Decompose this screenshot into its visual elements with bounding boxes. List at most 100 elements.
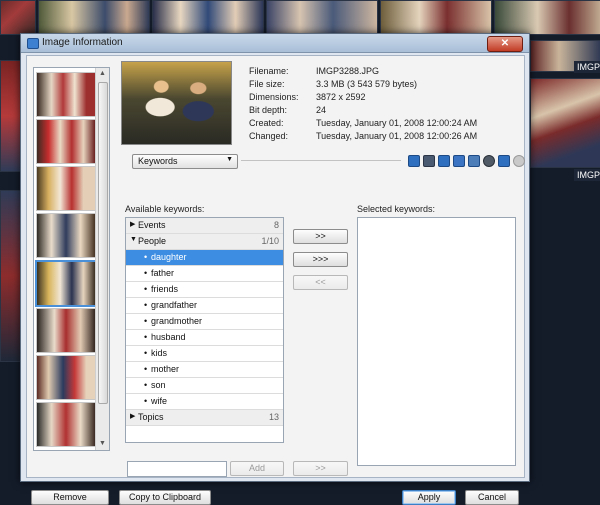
section-dropdown-value: Keywords: [138, 156, 178, 166]
keyword-icon[interactable]: [438, 155, 450, 167]
bullet-icon: •: [144, 364, 148, 374]
keyword-label: father: [151, 268, 175, 278]
thumbnail[interactable]: [36, 355, 96, 400]
chevron-down-icon: ▼: [226, 156, 233, 163]
background-photo: [266, 0, 378, 35]
thumbnail-scrollbar[interactable]: ▲ ▼: [95, 68, 109, 450]
scroll-up-icon[interactable]: ▲: [96, 68, 109, 80]
close-button[interactable]: ✕: [487, 36, 523, 52]
camera-icon[interactable]: [423, 155, 435, 167]
bullet-icon: •: [144, 252, 148, 262]
bullet-icon: •: [144, 348, 148, 358]
keyword-item-grandfather[interactable]: • grandfather: [126, 298, 283, 314]
info-icon[interactable]: [408, 155, 420, 167]
group-label: People: [138, 236, 167, 246]
dialog-body: ▲ ▼ Filename: IMGP3288.JPG File size: 3.…: [26, 55, 525, 505]
keyword-item-mother[interactable]: • mother: [126, 362, 283, 378]
info-label: Bit depth:: [249, 105, 288, 115]
group-label: Events: [138, 220, 166, 230]
keyword-item-son[interactable]: • son: [126, 378, 283, 394]
add-new-to-selected-button[interactable]: >>: [293, 461, 348, 476]
info-value: Tuesday, January 01, 2008 12:00:26 AM: [316, 131, 478, 141]
keyword-item-kids[interactable]: • kids: [126, 346, 283, 362]
add-all-keywords-button[interactable]: >>>: [293, 252, 348, 267]
keyword-label: kids: [151, 348, 168, 358]
rating-icon[interactable]: [483, 155, 495, 167]
bullet-icon: •: [144, 284, 148, 294]
keyword-item-friends[interactable]: • friends: [126, 282, 283, 298]
available-keywords-label: Available keywords:: [125, 204, 205, 214]
scroll-down-icon[interactable]: ▼: [96, 438, 109, 450]
available-keywords-tree[interactable]: ▶ Events 8 ▼ People 1/10 • daughter • fa…: [125, 217, 284, 443]
keyword-label: wife: [151, 396, 168, 406]
add-new-keyword-button[interactable]: Add: [230, 461, 284, 476]
keyword-item-daughter[interactable]: • daughter: [126, 250, 283, 266]
keyword-item-father[interactable]: • father: [126, 266, 283, 282]
bullet-icon: •: [144, 396, 148, 406]
background-photo: [38, 0, 150, 35]
remove-image-button[interactable]: Remove: [31, 490, 109, 505]
background-photo: [0, 60, 22, 172]
app-icon: [27, 38, 39, 49]
background-photo: [494, 0, 600, 35]
bullet-icon: •: [144, 268, 148, 278]
bullet-icon: •: [144, 300, 148, 310]
info-label: Changed:: [249, 131, 289, 141]
thumbnail[interactable]: [36, 213, 96, 258]
keyword-label: daughter: [151, 252, 187, 262]
expand-triangle-icon[interactable]: ▶: [130, 220, 135, 228]
keyword-group-people[interactable]: ▼ People 1/10: [126, 234, 283, 250]
background-photo: [530, 78, 600, 168]
info-value: 24: [316, 105, 327, 115]
section-dropdown[interactable]: Keywords ▼: [132, 154, 238, 169]
bullet-icon: •: [144, 332, 148, 342]
keyword-label: grandfather: [151, 300, 198, 310]
dialog-titlebar[interactable]: Image Information ✕: [21, 34, 529, 53]
expand-triangle-icon[interactable]: ▶: [130, 412, 135, 420]
selected-keywords-list[interactable]: [357, 217, 516, 466]
copy-to-clipboard-button[interactable]: Copy to Clipboard: [119, 490, 211, 505]
apply-button[interactable]: Apply: [402, 490, 456, 505]
info-label: Filename:: [249, 66, 289, 76]
new-keyword-input[interactable]: [127, 461, 227, 477]
thumbnail-list[interactable]: ▲ ▼: [33, 67, 110, 451]
thumbnail[interactable]: [36, 119, 96, 164]
info-label: Created:: [249, 118, 284, 128]
image-preview: [121, 61, 232, 145]
collapse-triangle-icon[interactable]: ▼: [130, 236, 137, 243]
scrollbar-thumb[interactable]: [98, 82, 108, 404]
bullet-icon: •: [144, 316, 148, 326]
cancel-button[interactable]: Cancel: [465, 490, 519, 505]
info-label: File size:: [249, 79, 285, 89]
keyword-item-husband[interactable]: • husband: [126, 330, 283, 346]
group-label: Topics: [138, 412, 164, 422]
info-label: Dimensions:: [249, 92, 299, 102]
thumbnail[interactable]: [36, 166, 96, 211]
divider: [241, 160, 401, 161]
keyword-item-grandmother[interactable]: • grandmother: [126, 314, 283, 330]
background-photo: [0, 0, 36, 35]
image-information-dialog: Image Information ✕ ▲ ▼ Filename: IMGP32…: [20, 33, 530, 505]
group-count: 8: [273, 220, 279, 230]
remove-keyword-button[interactable]: <<: [293, 275, 348, 290]
description-icon[interactable]: [453, 155, 465, 167]
background-caption: IMGP: [574, 169, 600, 181]
background-photo: [0, 190, 22, 362]
add-keyword-button[interactable]: >>: [293, 229, 348, 244]
keyword-group-events[interactable]: ▶ Events 8: [126, 218, 283, 234]
group-count: 13: [268, 412, 279, 422]
location-icon[interactable]: [498, 155, 510, 167]
keyword-label: mother: [151, 364, 180, 374]
thumbnail-selected[interactable]: [35, 260, 97, 307]
background-caption: IMGP: [574, 61, 600, 73]
thumbnail[interactable]: [36, 308, 96, 353]
info-value: Tuesday, January 01, 2008 12:00:24 AM: [316, 118, 478, 128]
thumbnail[interactable]: [36, 72, 96, 117]
bullet-icon: •: [144, 380, 148, 390]
group-count: 1/10: [261, 236, 279, 246]
keyword-group-topics[interactable]: ▶ Topics 13: [126, 410, 283, 426]
thumbnail[interactable]: [36, 402, 96, 447]
comment-icon[interactable]: [468, 155, 480, 167]
keyword-label: husband: [151, 332, 186, 342]
keyword-item-wife[interactable]: • wife: [126, 394, 283, 410]
